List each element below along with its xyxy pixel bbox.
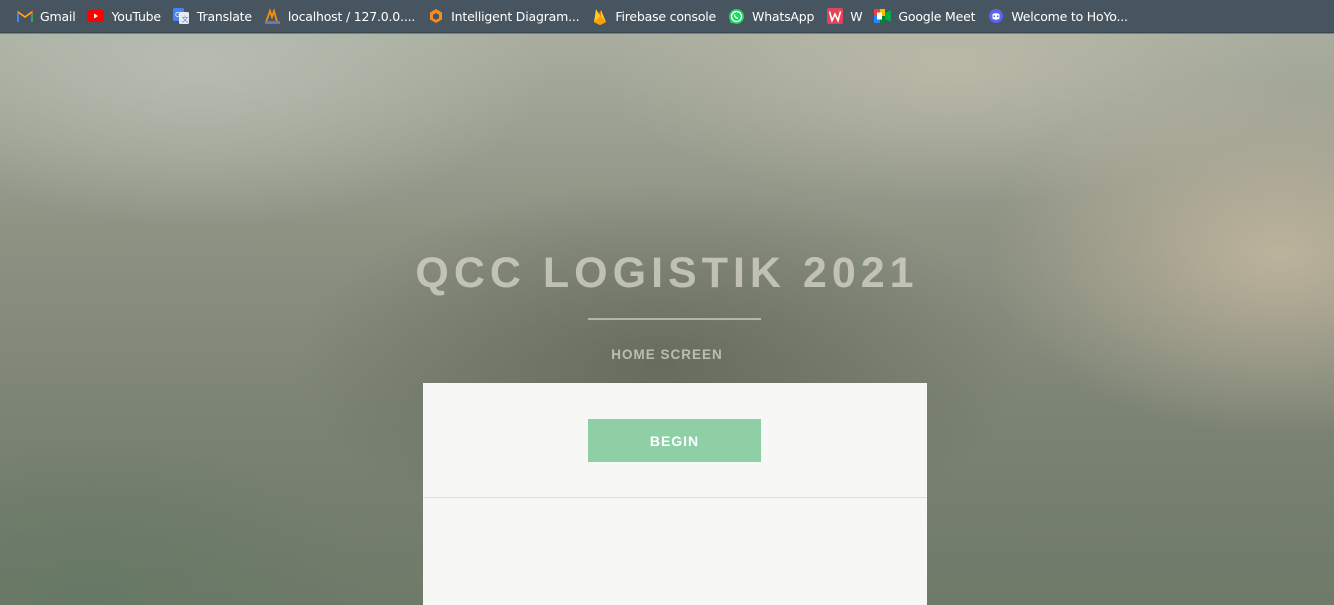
- main-card: BEGIN: [423, 383, 927, 605]
- bookmark-label: Gmail: [40, 8, 76, 24]
- bookmark-google-meet[interactable]: Google Meet: [870, 3, 983, 29]
- bookmark-label: Translate: [196, 8, 252, 24]
- begin-button[interactable]: BEGIN: [588, 419, 761, 462]
- gmail-icon: [16, 8, 33, 25]
- bookmark-label: Intelligent Diagram...: [451, 8, 580, 24]
- bookmark-label: W: [850, 8, 863, 24]
- bookmark-label: Firebase console: [615, 8, 717, 24]
- svg-text:G: G: [175, 11, 180, 19]
- bookmark-youtube[interactable]: YouTube: [83, 3, 168, 29]
- bookmark-hoyo[interactable]: Welcome to HoYo...: [983, 3, 1135, 29]
- w-logo-icon: [826, 8, 843, 25]
- bookmarks-bar: Gmail YouTube G文 Translate localhost / 1…: [0, 0, 1334, 33]
- bookmark-label: YouTube: [111, 8, 161, 24]
- whatsapp-icon: [728, 8, 745, 25]
- bookmark-label: Google Meet: [898, 8, 976, 24]
- discord-icon: [987, 8, 1004, 25]
- card-header: BEGIN: [423, 383, 927, 498]
- page-subtitle: HOME SCREEN: [611, 347, 723, 362]
- bookmark-whatsapp[interactable]: WhatsApp: [724, 3, 822, 29]
- diagram-icon: [427, 8, 444, 25]
- bookmark-localhost[interactable]: localhost / 127.0.0....: [260, 3, 423, 29]
- phpmyadmin-icon: [264, 8, 281, 25]
- bookmark-label: Welcome to HoYo...: [1011, 8, 1128, 24]
- page-background: QCC LOGISTIK 2021 HOME SCREEN BEGIN: [0, 34, 1334, 605]
- svg-text:文: 文: [182, 15, 189, 24]
- youtube-icon: [87, 8, 105, 25]
- bookmark-intelligent-diagram[interactable]: Intelligent Diagram...: [423, 3, 587, 29]
- bookmark-translate[interactable]: G文 Translate: [169, 3, 260, 29]
- bookmark-gmail[interactable]: Gmail: [12, 3, 83, 29]
- translate-icon: G文: [173, 8, 190, 25]
- google-meet-icon: [874, 8, 892, 25]
- title-divider: [588, 318, 761, 320]
- bookmark-label: localhost / 127.0.0....: [287, 8, 416, 24]
- bookmark-w[interactable]: W: [822, 3, 870, 29]
- bookmark-label: WhatsApp: [752, 8, 815, 24]
- bookmark-firebase[interactable]: Firebase console: [587, 3, 724, 29]
- page-title: QCC LOGISTIK 2021: [415, 249, 919, 297]
- firebase-icon: [591, 8, 608, 25]
